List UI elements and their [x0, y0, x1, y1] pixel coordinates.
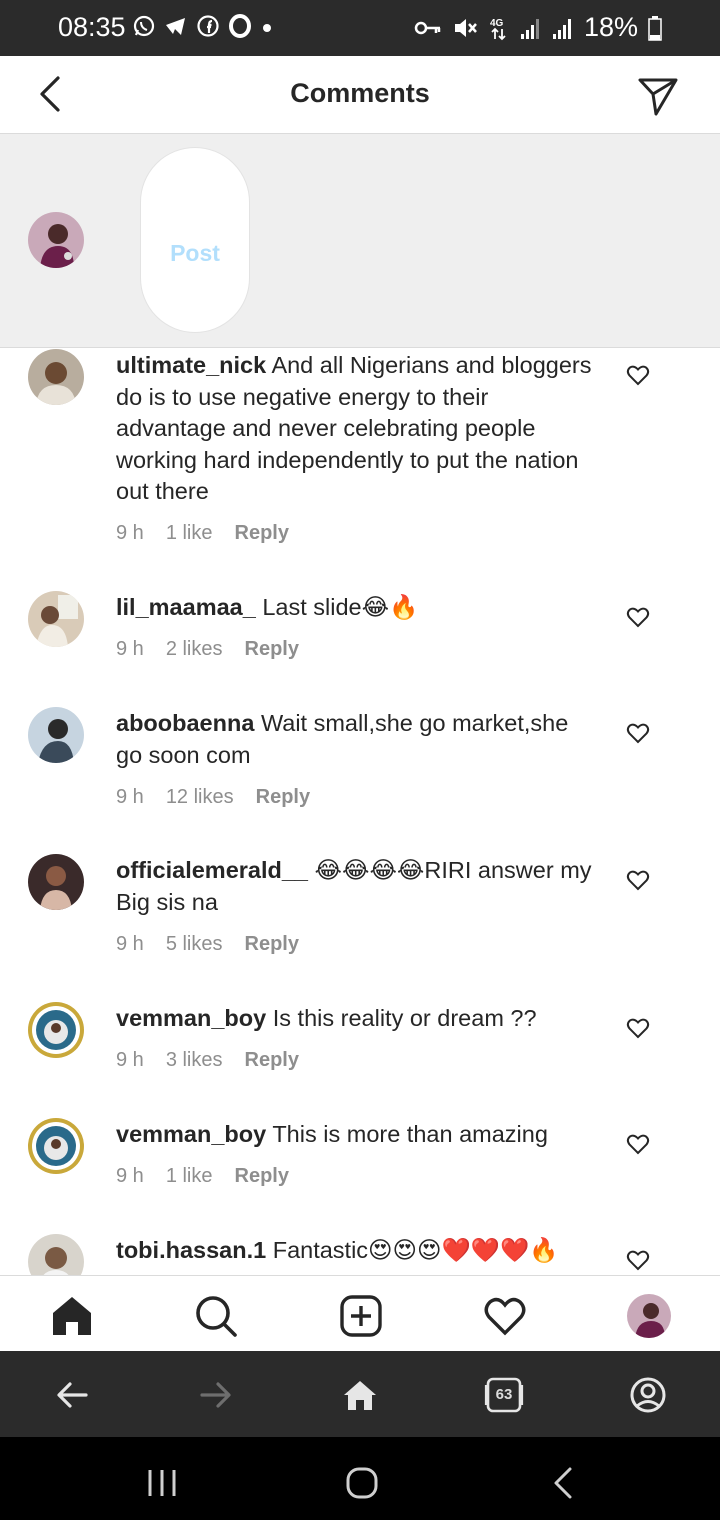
heart-icon[interactable]	[483, 1294, 527, 1338]
facebook-icon	[197, 15, 219, 37]
heart-icon[interactable]	[626, 1016, 650, 1040]
comment-time: 9 h	[116, 786, 144, 808]
heart-icon[interactable]	[626, 1248, 650, 1272]
vpn-key-icon	[414, 21, 441, 34]
heart-icon[interactable]	[626, 721, 650, 745]
comment-username[interactable]: vemman_boy	[116, 1005, 266, 1031]
heart-icon[interactable]	[626, 605, 650, 629]
comment-body: officialemerald__ 😂😂😂😂RIRI answer my Big…	[116, 855, 596, 918]
comment-list[interactable]: ultimate_nick And all Nigerians and blog…	[0, 348, 720, 1275]
comment-meta: 9 h 12 likes Reply	[116, 786, 310, 809]
heart-icon[interactable]	[626, 1132, 650, 1156]
telegram-icon	[166, 18, 185, 35]
comment-text: This is more than amazing	[272, 1121, 548, 1147]
comment-username[interactable]: tobi.hassan.1	[116, 1237, 266, 1263]
comment-time: 9 h	[116, 638, 144, 660]
comment-body: tobi.hassan.1 Fantastic😍😍😍❤️❤️❤️🔥	[116, 1235, 596, 1267]
heart-icon[interactable]	[626, 363, 650, 387]
comment-meta: 9 h 1 like Reply	[116, 1165, 289, 1188]
avatar[interactable]	[28, 1118, 84, 1174]
comment-time: 9 h	[116, 1165, 144, 1187]
status-bar: 08:35 4G 18%	[0, 0, 720, 56]
comment-body: vemman_boy This is more than amazing	[116, 1119, 596, 1151]
home-icon[interactable]	[50, 1294, 94, 1338]
opera-icon	[229, 14, 251, 38]
reply-button[interactable]: Reply	[235, 522, 289, 545]
signal-icon-2	[552, 18, 571, 39]
comment-input-pill[interactable]: Post	[140, 147, 250, 333]
page-title: Comments	[290, 78, 430, 108]
notification-icons	[132, 14, 274, 38]
comment-likes[interactable]: 1 like	[166, 1165, 213, 1188]
svg-text:4G: 4G	[490, 18, 504, 29]
comment-composer: Post	[0, 134, 720, 348]
arrow-left-icon[interactable]	[52, 1375, 92, 1415]
system-icons: 4G 18%	[414, 12, 662, 43]
status-time: 08:35	[58, 12, 126, 42]
battery-icon	[648, 15, 662, 41]
heart-icon[interactable]	[626, 868, 650, 892]
bottom-navigation	[0, 1275, 720, 1351]
comment-time: 9 h	[116, 933, 144, 955]
reply-button[interactable]: Reply	[245, 638, 299, 661]
comment-username[interactable]: ultimate_nick	[116, 352, 266, 378]
post-button[interactable]: Post	[141, 240, 249, 267]
comment-body: ultimate_nick And all Nigerians and blog…	[116, 350, 596, 508]
comment-text: Is this reality or dream ??	[272, 1005, 537, 1031]
battery-percent: 18%	[583, 12, 638, 42]
mute-icon	[454, 18, 477, 37]
reply-button[interactable]: Reply	[245, 933, 299, 956]
comment-time: 9 h	[116, 522, 144, 544]
network-type-icon: 4G	[490, 18, 506, 40]
whatsapp-icon	[133, 15, 155, 37]
avatar[interactable]	[28, 591, 84, 647]
tab-count[interactable]: 63	[484, 1375, 524, 1415]
comment-likes[interactable]: 12 likes	[166, 786, 234, 809]
paper-plane-icon[interactable]	[636, 74, 680, 118]
comment-username[interactable]: lil_maamaa_	[116, 594, 256, 620]
comment-username[interactable]: vemman_boy	[116, 1121, 266, 1147]
comment-username[interactable]: aboobaenna	[116, 710, 254, 736]
avatar[interactable]	[28, 349, 84, 405]
arrow-right-icon[interactable]	[196, 1375, 236, 1415]
more-notifications-dot	[263, 24, 271, 32]
avatar[interactable]	[28, 854, 84, 910]
comment-text: Last slide😂🔥	[262, 594, 419, 620]
comments-header: Comments	[0, 56, 720, 134]
signal-icon-1	[520, 18, 539, 39]
avatar[interactable]	[28, 1234, 84, 1275]
home-button-icon[interactable]	[342, 1463, 382, 1503]
reply-button[interactable]: Reply	[256, 786, 310, 809]
recent-apps-icon[interactable]	[142, 1463, 182, 1503]
browser-toolbar: 63	[0, 1351, 720, 1437]
comment-likes[interactable]: 2 likes	[166, 638, 223, 661]
comment-body: vemman_boy Is this reality or dream ??	[116, 1003, 596, 1035]
reply-button[interactable]: Reply	[245, 1049, 299, 1072]
reply-button[interactable]: Reply	[235, 1165, 289, 1188]
system-navigation-bar	[0, 1437, 720, 1520]
account-icon[interactable]	[628, 1375, 668, 1415]
comment-likes[interactable]: 5 likes	[166, 933, 223, 956]
avatar[interactable]	[627, 1294, 671, 1338]
comment-likes[interactable]: 1 like	[166, 522, 213, 545]
comment-body: aboobaenna Wait small,she go market,she …	[116, 708, 596, 771]
back-button-icon[interactable]	[544, 1463, 584, 1503]
comment-text: Fantastic😍😍😍❤️❤️❤️🔥	[272, 1237, 559, 1263]
plus-square-icon[interactable]	[339, 1294, 383, 1338]
avatar[interactable]	[28, 212, 84, 268]
comment-time: 9 h	[116, 1049, 144, 1071]
avatar[interactable]	[28, 707, 84, 763]
comment-username[interactable]: officialemerald__	[116, 857, 308, 883]
home-icon[interactable]	[340, 1375, 380, 1415]
comment-meta: 9 h 1 like Reply	[116, 522, 289, 545]
comment-body: lil_maamaa_ Last slide😂🔥	[116, 592, 596, 624]
comment-meta: 9 h 2 likes Reply	[116, 638, 299, 661]
search-icon[interactable]	[194, 1294, 238, 1338]
avatar[interactable]	[28, 1002, 84, 1058]
comment-likes[interactable]: 3 likes	[166, 1049, 223, 1072]
comment-meta: 9 h 5 likes Reply	[116, 933, 299, 956]
comment-meta: 9 h 3 likes Reply	[116, 1049, 299, 1072]
